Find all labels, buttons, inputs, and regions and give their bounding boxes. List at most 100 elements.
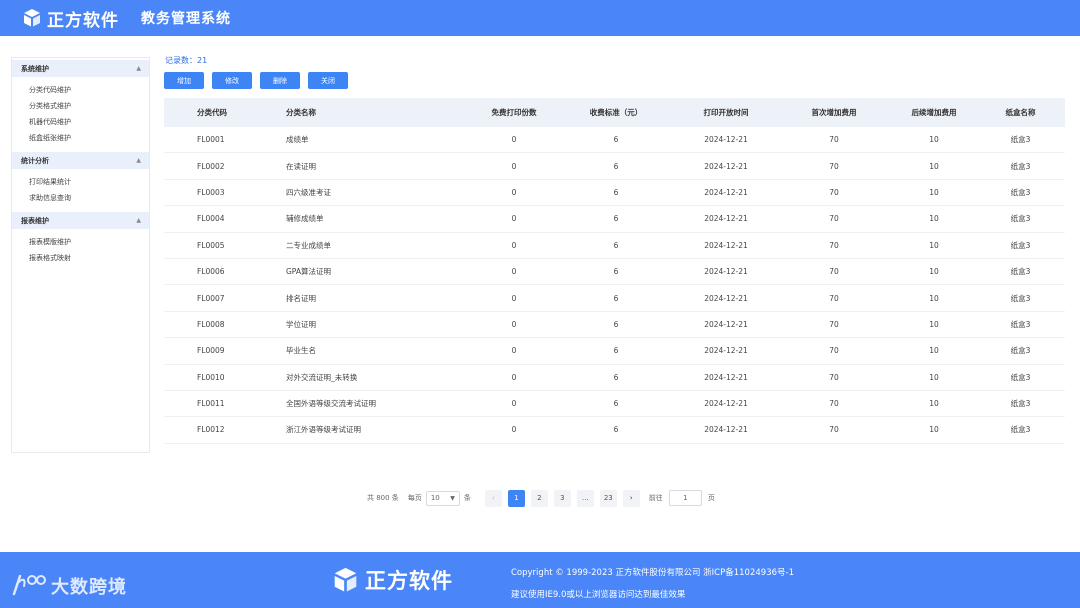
column-header[interactable]: 纸盒名称 xyxy=(976,107,1065,118)
table-cell: 70 xyxy=(829,399,839,409)
table-cell: FL0003 xyxy=(197,187,225,197)
table-cell: FL0002 xyxy=(197,161,225,171)
table-cell: 2024-12-21 xyxy=(704,161,748,171)
column-header[interactable]: 收费标准（元） xyxy=(556,107,676,118)
page-23-button[interactable]: 23 xyxy=(599,489,617,507)
table-row[interactable]: FL0002 在读证明 0 6 2024-12-21 70 10 纸盒3 xyxy=(164,153,1065,180)
logo-text: 正方软件 xyxy=(47,10,119,31)
sidebar-item-help-query[interactable]: 求助信息查询 xyxy=(12,190,149,206)
table-row[interactable]: FL0010 对外交流证明_未转换 0 6 2024-12-21 70 10 纸盒3 xyxy=(164,365,1065,391)
table-cell: FL0001 xyxy=(197,135,225,145)
table-cell: 10 xyxy=(929,346,939,356)
page-2-button[interactable]: 2 xyxy=(530,489,548,507)
table-cell: 2024-12-21 xyxy=(704,293,748,303)
table-row[interactable]: FL0012 浙江外语等级考试证明 0 6 2024-12-21 70 10 纸盒3 xyxy=(164,417,1065,444)
column-header[interactable]: 分类名称 xyxy=(272,107,472,118)
table-cell: 纸盒3 xyxy=(1010,425,1031,435)
table-cell: 在读证明 xyxy=(286,161,316,171)
column-header[interactable]: 打印开放时间 xyxy=(676,107,776,118)
table-cell: 70 xyxy=(829,267,839,277)
table-cell: 成绩单 xyxy=(286,135,309,145)
sidebar-item-machine-code[interactable]: 机器代码维护 xyxy=(12,114,149,130)
table-cell: 70 xyxy=(829,161,839,171)
page-1-button[interactable]: 1 xyxy=(507,489,525,507)
add-button[interactable]: 增加 xyxy=(164,72,204,89)
table-cell: 2024-12-21 xyxy=(704,399,748,409)
pagination: 共 800 条 每页 10 ▼ 条 ‹ 1 2 3 ... 23 › 前往 1 … xyxy=(367,489,715,507)
table-cell: 0 xyxy=(511,319,517,329)
sidebar-group-system[interactable]: 系统维护 ▲ xyxy=(12,60,149,77)
sidebar-item-category-code[interactable]: 分类代码维护 xyxy=(12,82,149,98)
table-cell: 10 xyxy=(929,372,939,382)
table-cell: FL0011 xyxy=(197,399,225,409)
table-cell: 10 xyxy=(929,293,939,303)
next-page-button[interactable]: › xyxy=(622,489,640,507)
table-row[interactable]: FL0001 成绩单 0 6 2024-12-21 70 10 纸盒3 xyxy=(164,127,1065,154)
table-cell: 0 xyxy=(511,214,517,224)
table-row[interactable]: FL0003 四六级准考证 0 6 2024-12-21 70 10 纸盒3 xyxy=(164,180,1065,207)
table-cell: 0 xyxy=(511,293,517,303)
sidebar-item-print-stats[interactable]: 打印结果统计 xyxy=(12,174,149,190)
table-body: FL0001 成绩单 0 6 2024-12-21 70 10 纸盒3 FL0002 在读证明 0 6… xyxy=(164,127,1065,444)
caret-up-icon: ▲ xyxy=(136,217,141,224)
page-size-select[interactable]: 10 ▼ xyxy=(425,490,460,506)
data-table: 分类代码 分类名称 免费打印份数 收费标准（元） 打印开放时间 首次增加费用 后… xyxy=(164,98,1065,444)
page-size-value: 10 xyxy=(430,494,440,502)
table-cell: 10 xyxy=(929,135,939,145)
table-cell: 2024-12-21 xyxy=(704,187,748,197)
table-row[interactable]: FL0005 二专业成绩单 0 6 2024-12-21 70 10 纸盒3 xyxy=(164,233,1065,259)
table-cell: 70 xyxy=(829,187,839,197)
table-cell: 纸盒3 xyxy=(1010,135,1031,145)
column-header[interactable]: 免费打印份数 xyxy=(472,107,556,118)
goto-page-input[interactable]: 1 xyxy=(668,490,702,506)
edit-button[interactable]: 修改 xyxy=(212,72,252,89)
caret-up-icon: ▲ xyxy=(136,65,141,72)
table-cell: 6 xyxy=(613,135,619,145)
watermark-logo-icon xyxy=(12,574,46,596)
table-cell: 6 xyxy=(613,319,619,329)
sidebar-item-category-format[interactable]: 分类格式维护 xyxy=(12,98,149,114)
table-cell: 纸盒3 xyxy=(1010,161,1031,171)
footer-logo: 正方软件 xyxy=(332,565,453,595)
table-row[interactable]: FL0006 GPA算法证明 0 6 2024-12-21 70 10 纸盒3 xyxy=(164,259,1065,286)
table-cell: 10 xyxy=(929,399,939,409)
footer: 大数跨境 正方软件 Copyright © 1999-2023 正方软件股份有限… xyxy=(0,552,1080,608)
watermark-text: 大数跨境 xyxy=(51,577,127,598)
table-row[interactable]: FL0009 毕业生名 0 6 2024-12-21 70 10 纸盒3 xyxy=(164,338,1065,365)
table-cell: 70 xyxy=(829,240,839,250)
delete-button[interactable]: 删除 xyxy=(260,72,300,89)
page-3-button[interactable]: 3 xyxy=(553,489,571,507)
sidebar-item-report-template[interactable]: 报表模版维护 xyxy=(12,234,149,250)
sidebar-group-statistics[interactable]: 统计分析 ▲ xyxy=(12,152,149,169)
table-cell: 纸盒3 xyxy=(1010,346,1031,356)
table-cell: 70 xyxy=(829,372,839,382)
table-row[interactable]: FL0004 辅修成绩单 0 6 2024-12-21 70 10 纸盒3 xyxy=(164,206,1065,233)
table-cell: 浙江外语等级考试证明 xyxy=(286,425,361,435)
table-cell: FL0005 xyxy=(197,240,225,250)
column-header[interactable]: 分类代码 xyxy=(164,107,272,118)
page-ellipsis[interactable]: ... xyxy=(576,489,594,507)
brand-logo: 正方软件 xyxy=(22,6,119,31)
footer-logo-text: 正方软件 xyxy=(365,569,453,593)
sidebar-group-report[interactable]: 报表维护 ▲ xyxy=(12,212,149,229)
table-cell: 70 xyxy=(829,425,839,435)
copyright-text: Copyright © 1999-2023 正方软件股份有限公司 浙ICP备11… xyxy=(511,568,794,578)
goto-page-value: 1 xyxy=(683,494,688,502)
table-cell: 6 xyxy=(613,161,619,171)
column-header[interactable]: 后续增加费用 xyxy=(892,107,976,118)
table-row[interactable]: FL0008 学位证明 0 6 2024-12-21 70 10 纸盒3 xyxy=(164,312,1065,339)
group-title: 报表维护 xyxy=(21,216,49,225)
table-cell: 0 xyxy=(511,187,517,197)
watermark: 大数跨境 xyxy=(10,572,127,600)
sidebar-item-paper-tray[interactable]: 纸盒纸张维护 xyxy=(12,130,149,146)
table-cell: 10 xyxy=(929,319,939,329)
column-header[interactable]: 首次增加费用 xyxy=(776,107,892,118)
table-row[interactable]: FL0007 排名证明 0 6 2024-12-21 70 10 纸盒3 xyxy=(164,285,1065,312)
record-count: 记录数：21 xyxy=(165,56,208,65)
toolbar: 增加 修改 删除 关闭 xyxy=(164,72,356,89)
prev-page-button[interactable]: ‹ xyxy=(484,489,502,507)
table-row[interactable]: FL0011 全国外语等级交流考试证明 0 6 2024-12-21 70 10 纸盒3 xyxy=(164,391,1065,418)
sidebar-item-report-format[interactable]: 报表格式映射 xyxy=(12,250,149,266)
close-button[interactable]: 关闭 xyxy=(308,72,348,89)
table-cell: FL0004 xyxy=(197,214,225,224)
